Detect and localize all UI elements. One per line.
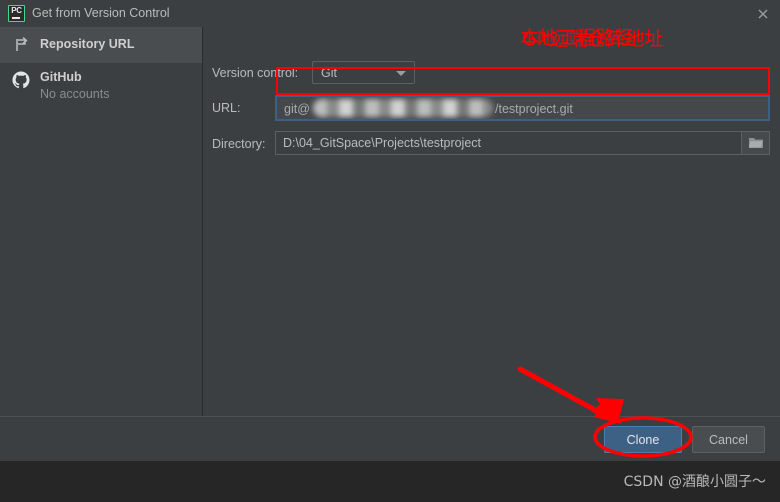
dialog-titlebar: PC Get from Version Control: [0, 0, 780, 27]
folder-icon[interactable]: [741, 132, 769, 154]
sidebar-item-github[interactable]: GitHub No accounts: [0, 63, 202, 109]
dialog-sidebar: Repository URL GitHub No accounts: [0, 27, 203, 416]
dialog-button-bar: Clone Cancel: [0, 416, 780, 461]
url-input[interactable]: git@ /testproject.git: [275, 95, 770, 121]
pycharm-icon: PC: [8, 5, 25, 22]
sidebar-item-repository-url-label: Repository URL: [40, 37, 135, 51]
url-redacted-block: [313, 99, 493, 117]
cancel-button[interactable]: Cancel: [692, 426, 765, 453]
directory-value: D:\04_GitSpace\Projects\testproject: [283, 136, 482, 150]
version-control-value: Git: [321, 66, 337, 80]
dialog-content: Version control: Git URL: git@ /testproj…: [204, 27, 780, 416]
url-value-prefix: git@: [284, 102, 310, 116]
get-from-version-control-dialog: PC Get from Version Control Repository U…: [0, 0, 780, 461]
github-icon: [12, 71, 30, 89]
url-label: URL:: [212, 101, 241, 115]
sidebar-item-repository-url[interactable]: Repository URL: [0, 27, 202, 63]
pycharm-icon-bar: [11, 17, 20, 19]
watermark-text: CSDN @酒酿小圆子～: [623, 474, 766, 490]
directory-label: Directory:: [212, 137, 266, 151]
chevron-down-icon: [396, 71, 406, 76]
screenshot-root: PC Get from Version Control Repository U…: [0, 0, 780, 502]
directory-annotation-text: 本地工程路径: [520, 27, 635, 49]
sidebar-item-github-label: GitHub: [40, 70, 82, 84]
directory-input[interactable]: D:\04_GitSpace\Projects\testproject: [275, 131, 770, 155]
clone-button[interactable]: Clone: [604, 426, 682, 453]
branch-icon: [14, 37, 30, 53]
sidebar-item-github-sublabel: No accounts: [40, 87, 110, 101]
version-control-label: Version control:: [212, 66, 299, 80]
url-value-suffix: /testproject.git: [495, 102, 573, 116]
pycharm-icon-text: PC: [11, 6, 22, 15]
watermark-bar: CSDN @酒酿小圆子～: [0, 461, 780, 502]
version-control-select[interactable]: Git: [312, 61, 415, 84]
close-icon[interactable]: [754, 5, 772, 23]
dialog-title: Get from Version Control: [32, 6, 170, 20]
